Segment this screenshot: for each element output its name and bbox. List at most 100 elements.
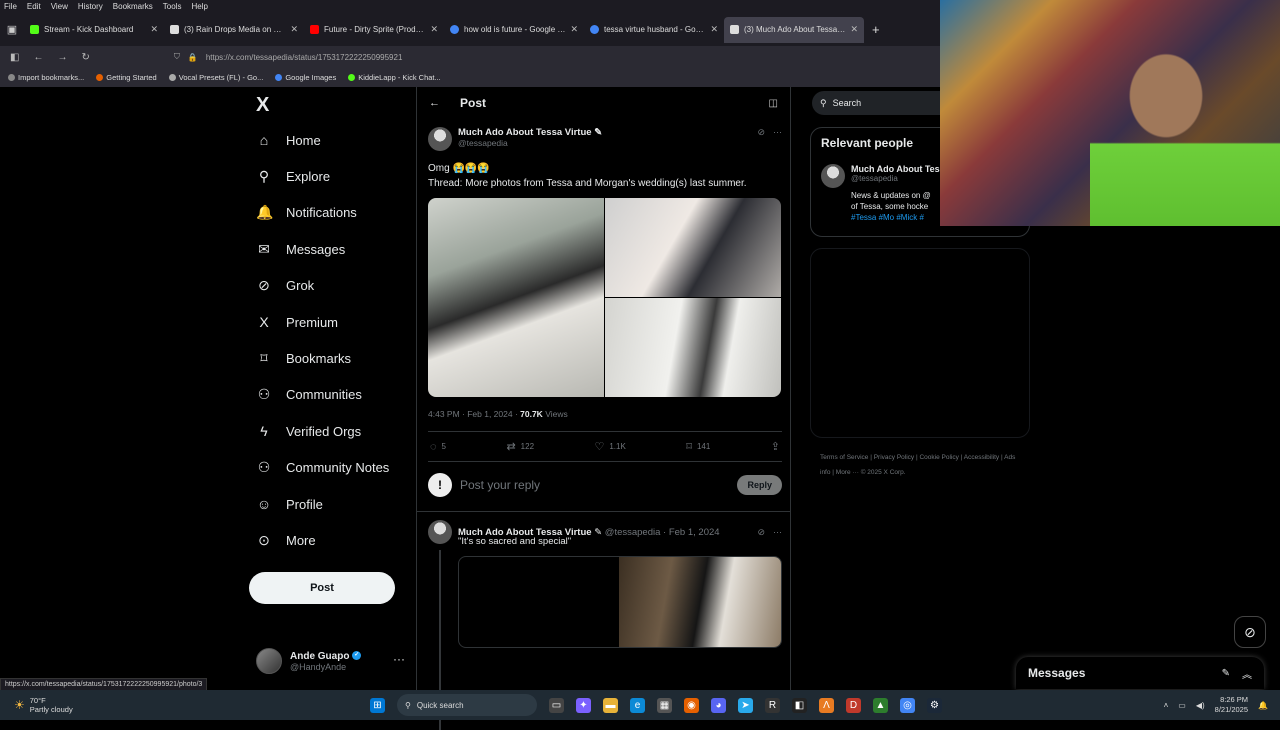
tweet-photo[interactable] (619, 557, 781, 647)
author-avatar[interactable] (428, 520, 452, 544)
url-bar[interactable]: ⛉ 🔒 https://x.com/tessapedia/status/1753… (174, 52, 403, 62)
app-icon[interactable]: D (846, 697, 861, 713)
more-icon[interactable]: ··· (393, 652, 405, 666)
close-tab-icon[interactable]: ✕ (290, 24, 298, 35)
new-tab-icon[interactable]: + (872, 22, 880, 37)
more-icon[interactable]: ··· (773, 527, 782, 538)
nav-item-profile[interactable]: ☺ Profile (256, 486, 389, 522)
close-tab-icon[interactable]: ✕ (710, 24, 718, 35)
weather-widget[interactable]: ☀ 70°F Partly cloudy (0, 696, 370, 714)
reply-button[interactable]: Reply (737, 475, 782, 495)
search-input[interactable]: ⚲ Search (812, 91, 942, 115)
nav-item-messages[interactable]: ✉ Messages (256, 231, 389, 267)
forward-icon[interactable]: → (57, 52, 67, 63)
expand-icon[interactable]: ︽ (1242, 666, 1252, 681)
browser-tab[interactable]: Future - Dirty Sprite (Prod. Mike ✕ (304, 17, 444, 43)
discord-icon[interactable]: ◕ (711, 697, 726, 713)
like-action[interactable]: ♡ 1.1K (594, 440, 625, 453)
menu-history[interactable]: History (78, 2, 103, 11)
footer-links[interactable]: Terms of Service | Privacy Policy | Cook… (820, 450, 1020, 480)
taskbar-search[interactable]: ⚲ Quick search (397, 694, 537, 716)
more-icon[interactable]: ··· (773, 127, 782, 151)
edge-icon[interactable]: e (630, 697, 645, 713)
bookmark-item[interactable]: Vocal Presets (FL) - Go... (168, 73, 263, 82)
menu-view[interactable]: View (51, 2, 68, 11)
menu-bookmarks[interactable]: Bookmarks (113, 2, 153, 11)
person-avatar[interactable] (821, 164, 845, 188)
repost-action[interactable]: ⇄ 122 (506, 440, 534, 453)
file-explorer-icon[interactable]: ▬ (603, 697, 618, 713)
task-view-icon[interactable]: ▭ (549, 697, 564, 713)
nav-item-community-notes[interactable]: ⚇ Community Notes (256, 450, 390, 486)
nav-item-home[interactable]: ⌂ Home (256, 122, 389, 158)
sidebar-toggle-icon[interactable]: ◧ (10, 52, 19, 63)
network-icon[interactable]: ▭ (1178, 701, 1186, 710)
nav-item-notifications[interactable]: 🔔 Notifications (256, 195, 389, 231)
back-icon[interactable]: ← (33, 52, 43, 63)
nav-item-verified-orgs[interactable]: ϟ Verified Orgs (256, 413, 389, 449)
store-icon[interactable]: ▦ (657, 697, 672, 713)
copilot-icon[interactable]: ✦ (576, 697, 591, 713)
browser-tab[interactable]: Stream - Kick Dashboard ✕ (24, 17, 164, 43)
menu-help[interactable]: Help (191, 2, 207, 11)
browser-tab[interactable]: how old is future - Google Sear ✕ (444, 17, 584, 43)
app-icon[interactable]: Λ (819, 697, 834, 713)
tweet-photo[interactable] (428, 198, 604, 397)
new-message-icon[interactable]: ✎ (1222, 668, 1230, 679)
nav-item-bookmarks[interactable]: ⌑ Bookmarks (256, 340, 389, 376)
author-handle[interactable]: @tessapedia (458, 138, 602, 148)
tab-overview-icon[interactable]: ▣ (0, 23, 24, 36)
windows-start-icon[interactable]: ⊞ (370, 697, 385, 713)
bookmark-item[interactable]: Google Images (275, 73, 336, 82)
tweet-photo[interactable] (605, 298, 781, 397)
back-arrow-icon[interactable]: ← (429, 97, 440, 109)
clock[interactable]: 8:26 PM 8/21/2025 (1215, 695, 1248, 715)
browser-tab[interactable]: (3) Rain Drops Media on X: "Cur ✕ (164, 17, 304, 43)
reader-view-icon[interactable]: ◫ (769, 98, 778, 109)
messages-drawer[interactable]: Messages ✎ ︽ (1016, 657, 1264, 689)
reply-action[interactable]: ◌ 5 (430, 441, 446, 453)
bookmark-item[interactable]: KiddieLapp - Kick Chat... (348, 73, 441, 82)
close-tab-icon[interactable]: ✕ (850, 24, 858, 35)
close-tab-icon[interactable]: ✕ (430, 24, 438, 35)
telegram-icon[interactable]: ➤ (738, 697, 753, 713)
grok-icon[interactable]: ⊘ (757, 527, 765, 538)
app-icon[interactable]: R (765, 697, 780, 713)
bookmark-action[interactable]: ⌑ 141 (686, 440, 710, 453)
x-logo-icon[interactable]: X (256, 94, 269, 117)
nav-item-grok[interactable]: ⊘ Grok (256, 268, 389, 304)
firefox-icon[interactable]: ◉ (684, 697, 699, 713)
bookmark-item[interactable]: Getting Started (96, 73, 157, 82)
account-switcher[interactable]: Ande Guapo ✓ @HandyAnde ··· (256, 648, 406, 674)
steam-icon[interactable]: ⚙ (927, 697, 942, 713)
browser-tab[interactable]: tessa virtue husband - Google S ✕ (584, 17, 724, 43)
notification-bell-icon[interactable]: 🔔 (1258, 701, 1268, 710)
post-button[interactable]: Post (249, 572, 395, 604)
tray-expand-icon[interactable]: ˄ (1164, 701, 1169, 710)
menu-tools[interactable]: Tools (163, 2, 182, 11)
reply-input[interactable]: Post your reply (460, 478, 729, 492)
tweet-timestamp[interactable]: 4:43 PM · Feb 1, 2024 · (428, 409, 520, 419)
app-icon[interactable]: ◧ (792, 697, 807, 713)
thread-reply[interactable]: Much Ado About Tessa Virtue ✎ @tessapedi… (428, 520, 782, 730)
reload-icon[interactable]: ↻ (81, 52, 89, 63)
close-tab-icon[interactable]: ✕ (570, 24, 578, 35)
menu-edit[interactable]: Edit (27, 2, 41, 11)
nav-item-premium[interactable]: X Premium (256, 304, 389, 340)
close-tab-icon[interactable]: ✕ (150, 24, 158, 35)
menu-file[interactable]: File (4, 2, 17, 11)
author-name[interactable]: Much Ado About Tessa Virtue (458, 127, 592, 138)
tweet-photo[interactable] (605, 198, 781, 297)
nav-item-explore[interactable]: ⚲ Explore (256, 158, 389, 194)
volume-icon[interactable]: ◀) (1196, 701, 1205, 710)
grok-icon[interactable]: ⊘ (757, 127, 765, 151)
nav-item-more[interactable]: ⊙ More (256, 522, 389, 558)
person-name[interactable]: Much Ado About Tes (851, 164, 940, 174)
grok-floating-icon[interactable]: ⊘ (1234, 616, 1266, 648)
author-avatar[interactable] (428, 127, 452, 151)
app-icon[interactable]: ▲ (873, 697, 888, 713)
bookmark-item[interactable]: Import bookmarks... (8, 73, 84, 82)
nav-item-communities[interactable]: ⚇ Communities (256, 377, 389, 413)
chrome-icon[interactable]: ◎ (900, 697, 915, 713)
browser-tab-active[interactable]: (3) Much Ado About Tessa Virtue ✕ (724, 16, 864, 43)
